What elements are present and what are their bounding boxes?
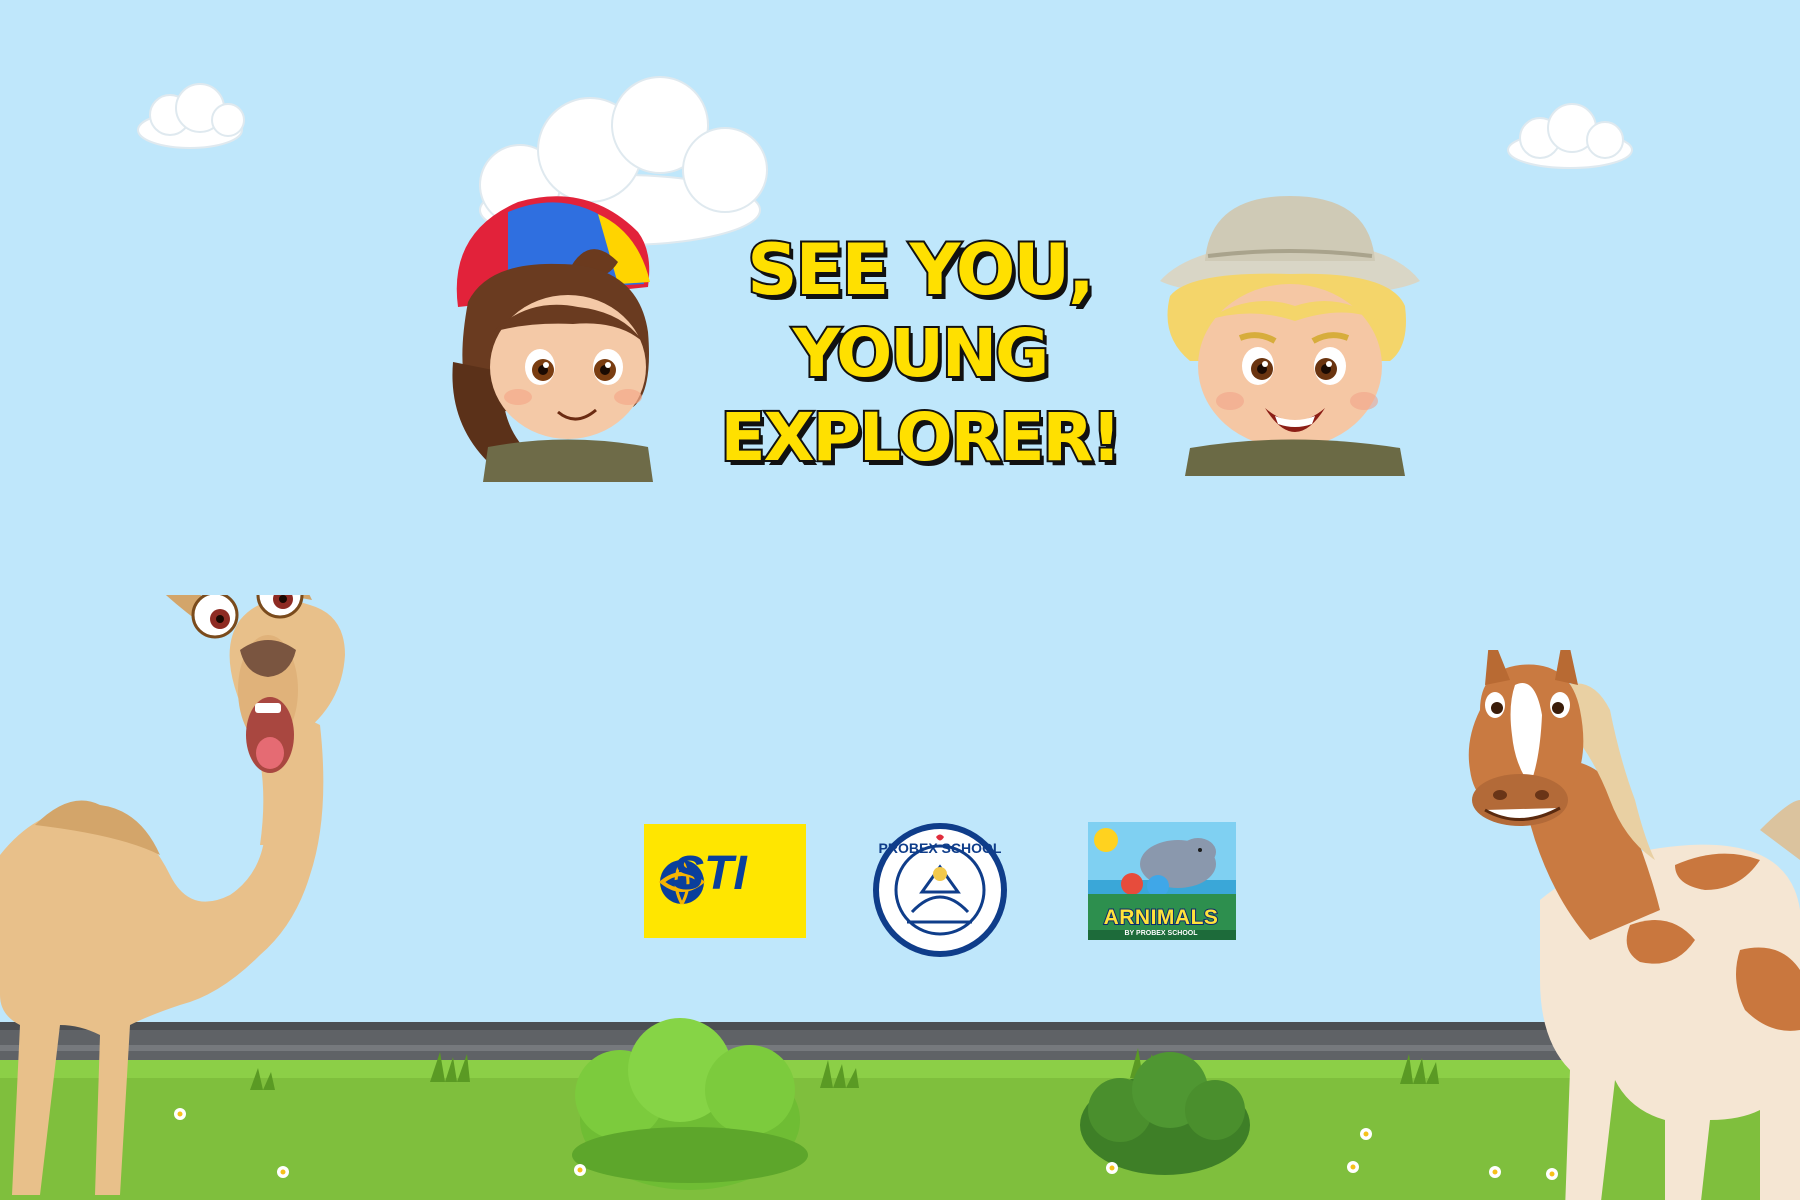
arnimals-title: ARNIMALS: [1103, 905, 1219, 930]
farewell-screen: SEE YOU, YOUNG EXPLORER! STI PROBEX SCHO…: [0, 0, 1800, 1200]
horse-icon: [1468, 650, 1800, 1200]
headline-line-1: SEE YOU,: [745, 227, 1097, 313]
probex-school-text: PROBEX SCHOOL: [878, 840, 1002, 856]
headline-line-2: YOUNG EXPLORER!: [719, 313, 1124, 478]
camel-icon: [0, 595, 345, 1195]
farewell-headline: SEE YOU, YOUNG EXPLORER!: [640, 227, 1200, 480]
sti-logo-text: STI: [672, 847, 747, 900]
arnimals-subtitle: BY PROBEX SCHOOL: [1124, 930, 1198, 937]
